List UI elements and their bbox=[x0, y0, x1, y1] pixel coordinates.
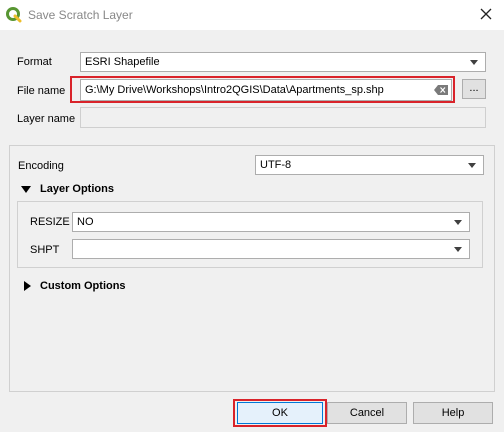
expand-arrow-icon[interactable] bbox=[21, 186, 31, 193]
resize-value: NO bbox=[77, 216, 94, 228]
shpt-label: SHPT bbox=[30, 244, 60, 256]
chevron-down-icon bbox=[470, 60, 478, 65]
window-title: Save Scratch Layer bbox=[28, 8, 133, 22]
filename-label: File name bbox=[17, 85, 66, 97]
filename-highlight bbox=[70, 76, 455, 103]
chevron-down-icon bbox=[454, 247, 462, 252]
collapse-arrow-icon[interactable] bbox=[24, 281, 31, 291]
format-value: ESRI Shapefile bbox=[85, 56, 160, 68]
custom-options-title[interactable]: Custom Options bbox=[40, 280, 126, 292]
chevron-down-icon bbox=[454, 220, 462, 225]
chevron-down-icon bbox=[468, 163, 476, 168]
browse-button[interactable]: ... bbox=[462, 79, 486, 99]
layername-label: Layer name bbox=[17, 113, 76, 125]
format-label: Format bbox=[17, 56, 52, 68]
ok-highlight bbox=[233, 399, 327, 427]
format-combobox[interactable]: ESRI Shapefile bbox=[80, 52, 486, 72]
layer-options-title[interactable]: Layer Options bbox=[40, 183, 114, 195]
resize-combobox[interactable]: NO bbox=[72, 212, 470, 232]
encoding-combobox[interactable]: UTF-8 bbox=[255, 155, 484, 175]
qgis-logo-icon bbox=[6, 7, 22, 23]
encoding-label: Encoding bbox=[18, 160, 64, 172]
cancel-button[interactable]: Cancel bbox=[327, 402, 407, 424]
shpt-combobox[interactable] bbox=[72, 239, 470, 259]
resize-label: RESIZE bbox=[30, 216, 70, 228]
layername-input[interactable] bbox=[80, 107, 486, 128]
title-bar: Save Scratch Layer bbox=[0, 0, 504, 30]
encoding-value: UTF-8 bbox=[260, 159, 292, 171]
help-button[interactable]: Help bbox=[413, 402, 493, 424]
close-icon[interactable] bbox=[478, 6, 494, 22]
